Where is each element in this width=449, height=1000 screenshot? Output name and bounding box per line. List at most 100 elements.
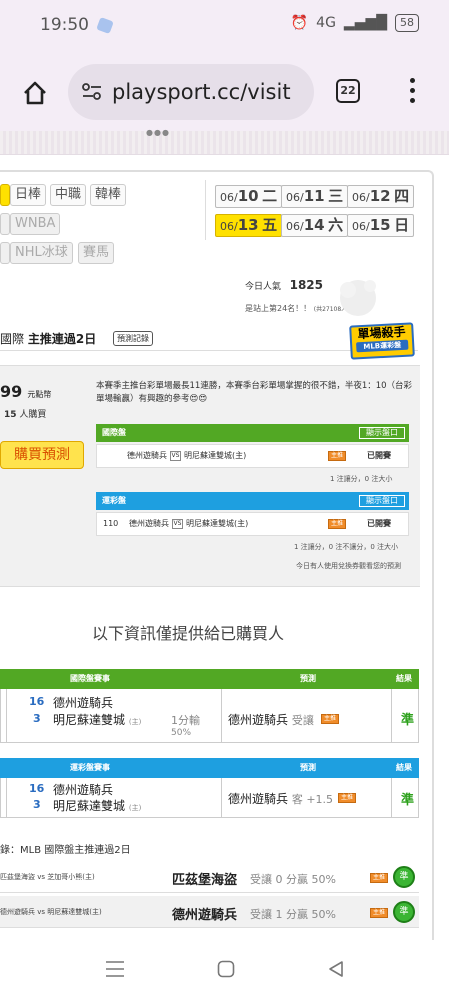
tw-game-number: 110 (103, 519, 119, 528)
record-row[interactable]: 德州遊騎兵 vs 明尼蘇達雙城(主) 德州遊騎兵 受讓 1 分贏 50% 主推 … (0, 896, 419, 928)
featured-tag-icon: 主推 (328, 451, 346, 461)
prediction-pick: 德州遊騎兵 客 +1.5 (228, 792, 334, 806)
price-unit: 元點幣 (27, 390, 52, 399)
league-tab-active[interactable] (0, 184, 10, 206)
tw-table-header: 運彩盤賽事 預測 結果 (0, 758, 419, 778)
intl-table-header: 國際盤賽事 預測 結果 (0, 669, 419, 689)
signal-icon: ▂▄▆█ (343, 15, 387, 31)
network-label: 4G (316, 15, 336, 31)
date-0612[interactable]: 06/12 四 (347, 185, 415, 208)
badge-title: 單場殺手 (357, 324, 406, 342)
away-score: 16 (29, 695, 45, 708)
tw-game-row: 110 德州遊騎兵 VS 明尼蘇達雙城(主) 主推 已開賽 (96, 512, 409, 536)
alarm-icon: ⏰ (290, 15, 309, 31)
clock: 19:50 (40, 15, 89, 35)
record-pick: 匹茲堡海盜 (172, 873, 238, 888)
tw-footer: 1 注讓分，0 注不讓分，0 注大小 (294, 543, 399, 551)
home-team: 明尼蘇達雙城 (主) (53, 799, 142, 813)
rank-text: 是站上第24名！！ (245, 304, 312, 313)
tw-row-teams: 德州遊騎兵 VS 明尼蘇達雙城(主) (129, 518, 249, 529)
record-game: 德州遊騎兵 vs 明尼蘇達雙城(主) (0, 908, 102, 916)
record-result-icon: 準 (393, 866, 415, 888)
popularity-value: 1825 (289, 278, 324, 292)
home-nav-icon[interactable] (217, 960, 235, 978)
record-game: 匹茲堡海盜 vs 芝加哥小熊(主) (0, 873, 95, 881)
home-score: 3 (33, 712, 41, 725)
result-value: 準 (401, 793, 415, 808)
intl-game-row: 德州遊騎兵 VS 明尼蘇達雙城(主) 主推 已開賽 (96, 444, 409, 468)
record-detail: 受讓 0 分贏 50% (250, 873, 336, 886)
title-prefix: 國際 (0, 332, 25, 346)
intl-status: 已開賽 (367, 451, 391, 460)
away-team: 德州遊騎兵 (53, 783, 114, 797)
killer-badge: 單場殺手 MLB運彩盤 (349, 322, 415, 360)
league-tab-npb[interactable]: 日棒 (10, 184, 47, 206)
col-game: 運彩盤賽事 (70, 763, 110, 772)
league-tab-hidden-2[interactable] (0, 242, 10, 264)
record-row[interactable]: 匹茲堡海盜 vs 芝加哥小熊(主) 匹茲堡海盜 受讓 0 分贏 50% 主推 準 (0, 863, 419, 893)
tw-show-odds-button[interactable]: 顯示盤口 (359, 495, 405, 507)
intl-footer: 1 注讓分，0 注大小 (330, 475, 393, 483)
intro-text: 本賽季主推台彩單場最長11連勝，本賽季台彩單場掌握的很不錯，半夜1：10（台彩單… (96, 381, 413, 404)
recent-apps-icon[interactable] (105, 960, 125, 978)
buy-button[interactable]: 購買預測 (0, 441, 84, 469)
league-tab-kbo[interactable]: 韓棒 (90, 184, 127, 206)
featured-tag-icon: 主推 (321, 714, 339, 724)
popularity-label: 今日人氣 (245, 282, 282, 292)
price: 99 元點幣 (0, 382, 51, 401)
history-button[interactable]: 預測記錄 (113, 331, 153, 346)
vs-icon: VS (171, 518, 184, 529)
tabs-button[interactable]: 22 (336, 79, 360, 103)
records-title: 錄：MLB 國際盤主推連過2日 (0, 845, 131, 856)
url-bar[interactable]: playsport.cc/visit (68, 64, 314, 120)
intl-header-label: 國際盤 (102, 428, 126, 437)
tw-note: 今日有人使用兌換券觀看您的預測 (296, 562, 401, 570)
league-tab-hidden[interactable] (0, 213, 10, 235)
featured-tag-icon: 主推 (328, 519, 346, 529)
buyers: 15 人購買 (4, 407, 46, 420)
intl-show-odds-button[interactable]: 顯示盤口 (359, 427, 405, 439)
buyers-label: 人購買 (19, 410, 47, 420)
result-value: 準 (401, 713, 415, 728)
menu-icon[interactable] (410, 78, 416, 106)
league-tab-wnba[interactable]: WNBA (10, 213, 61, 235)
trophy-decoration-icon (340, 280, 376, 316)
league-tab-horse[interactable]: 賽馬 (78, 242, 115, 264)
vs-icon: VS (169, 450, 182, 461)
col-prediction: 預測 (300, 674, 316, 683)
divider (205, 180, 206, 240)
prediction-pick: 德州遊騎兵 受讓 (228, 713, 314, 727)
col-result: 結果 (396, 674, 412, 683)
url-text[interactable]: playsport.cc/visit (112, 80, 291, 104)
date-0613[interactable]: 06/13 五 (215, 214, 283, 237)
battery-icon: 58 (395, 14, 419, 32)
featured-tag-icon: 主推 (338, 793, 356, 803)
badge-sub: MLB運彩盤 (356, 339, 409, 353)
intl-row-teams: 德州遊騎兵 VS 明尼蘇達雙城(主) (127, 450, 247, 461)
league-tab-cpbl[interactable]: 中職 (50, 184, 87, 206)
page-title: 國際 主推連過2日 (0, 330, 96, 347)
away-score: 16 (29, 782, 45, 795)
buyers-only-notice: 以下資訊僅提供給已購買人 (92, 624, 285, 643)
date-0611[interactable]: 06/11 三 (281, 185, 349, 208)
league-tab-nhl[interactable]: NHL冰球 (10, 242, 73, 264)
tw-status: 已開賽 (367, 519, 391, 528)
date-0614[interactable]: 06/14 六 (281, 214, 349, 237)
page-strip (0, 131, 449, 155)
home-icon[interactable] (22, 80, 48, 106)
carousel-dots: ●●● (146, 128, 170, 137)
record-pick: 德州遊騎兵 (172, 908, 238, 923)
tw-panel-header: 運彩盤 顯示盤口 (96, 492, 409, 510)
col-game: 國際盤賽事 (70, 674, 110, 683)
price-amount: 99 (0, 382, 23, 401)
title-bold: 主推連過2日 (27, 332, 97, 346)
home-score: 3 (33, 798, 41, 811)
date-0610[interactable]: 06/10 二 (215, 185, 283, 208)
buyers-count: 15 (4, 410, 17, 420)
handicap-line: 1分輸 (171, 714, 200, 727)
handicap-pct: 50% (171, 728, 192, 738)
site-settings-icon[interactable] (82, 83, 102, 101)
date-0615[interactable]: 06/15 日 (347, 214, 415, 237)
tw-header-label: 運彩盤 (102, 496, 126, 505)
back-icon[interactable] (327, 960, 345, 978)
